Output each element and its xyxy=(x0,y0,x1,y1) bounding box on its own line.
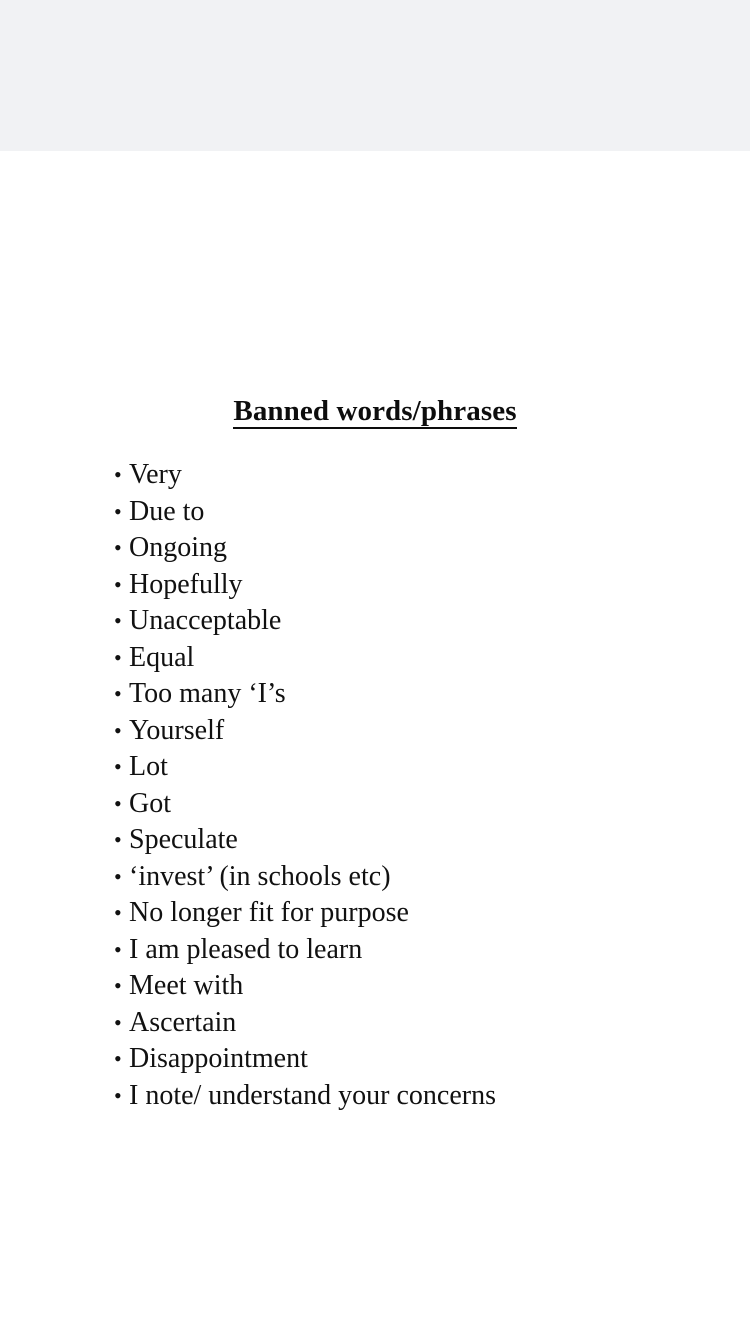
list-item-label: Lot xyxy=(129,751,168,782)
list-item: • Ascertain xyxy=(114,1005,714,1042)
list-item: • Speculate xyxy=(114,822,714,859)
bullet-icon: • xyxy=(114,535,122,560)
bullet-icon: • xyxy=(114,681,122,706)
list-item: • Very xyxy=(114,457,714,494)
bullet-icon: • xyxy=(114,1082,122,1108)
list-item-label: Unacceptable xyxy=(129,605,282,636)
bullet-icon: • xyxy=(114,608,122,633)
list-item: • Got xyxy=(114,786,714,823)
list-item-label: ‘invest’ (in schools etc) xyxy=(129,860,391,892)
bullet-icon: • xyxy=(114,644,122,670)
bullet-icon: • xyxy=(114,462,122,487)
list-item-label: Equal xyxy=(129,641,195,673)
page-title-text: Banned words/phrases xyxy=(233,396,517,430)
list-item-label: Ascertain xyxy=(129,1006,237,1038)
bullet-icon: • xyxy=(114,827,122,852)
list-item-label: Disappointment xyxy=(129,1043,308,1074)
bullet-icon: • xyxy=(114,571,122,597)
bullet-icon: • xyxy=(114,900,122,925)
banned-words-list: • Very • Due to • Ongoing • Hopefully • Unaccepta… xyxy=(114,457,714,1114)
list-item: • Meet with xyxy=(114,968,714,1005)
list-item: • Disappointment xyxy=(114,1041,714,1078)
list-item: • Too many ‘I’s xyxy=(114,676,714,713)
list-item: • Due to xyxy=(114,494,714,531)
list-item-label: I am pleased to learn xyxy=(129,933,363,965)
list-item-label: Meet with xyxy=(129,970,244,1001)
bullet-icon: • xyxy=(114,498,122,524)
list-item-label: I note/ understand your concerns xyxy=(129,1079,496,1111)
list-item: • Lot xyxy=(114,749,714,786)
bullet-icon: • xyxy=(114,936,122,962)
list-item: • Equal xyxy=(114,640,714,677)
list-item-label: Too many ‘I’s xyxy=(129,678,286,709)
page-title: Banned words/phrases xyxy=(0,395,750,430)
bullet-icon: • xyxy=(114,754,122,779)
bullet-icon: • xyxy=(114,1009,122,1035)
list-item: • Unacceptable xyxy=(114,603,714,640)
list-item-label: Due to xyxy=(129,495,205,527)
list-item-label: Very xyxy=(129,459,182,490)
list-item-label: Hopefully xyxy=(129,568,243,600)
bullet-icon: • xyxy=(114,717,122,743)
list-item: • Hopefully xyxy=(114,567,714,604)
bullet-icon: • xyxy=(114,863,122,889)
list-item-label: Got xyxy=(129,787,171,819)
bullet-icon: • xyxy=(114,790,122,816)
list-item-label: Yourself xyxy=(129,714,225,746)
list-item: • I note/ understand your concerns xyxy=(114,1078,714,1115)
list-item-label: Speculate xyxy=(129,824,238,855)
list-item: • ‘invest’ (in schools etc) xyxy=(114,859,714,896)
bullet-icon: • xyxy=(114,973,122,998)
list-item: • Ongoing xyxy=(114,530,714,567)
list-item-label: No longer fit for purpose xyxy=(129,897,409,928)
list-item-label: Ongoing xyxy=(129,532,227,563)
top-status-band xyxy=(0,0,750,151)
document-page: Banned words/phrases • Very • Due to • Ongoin… xyxy=(0,151,750,1334)
list-item: • Yourself xyxy=(114,713,714,750)
list-item: • I am pleased to learn xyxy=(114,932,714,969)
bullet-icon: • xyxy=(114,1046,122,1071)
list-item: • No longer fit for purpose xyxy=(114,895,714,932)
